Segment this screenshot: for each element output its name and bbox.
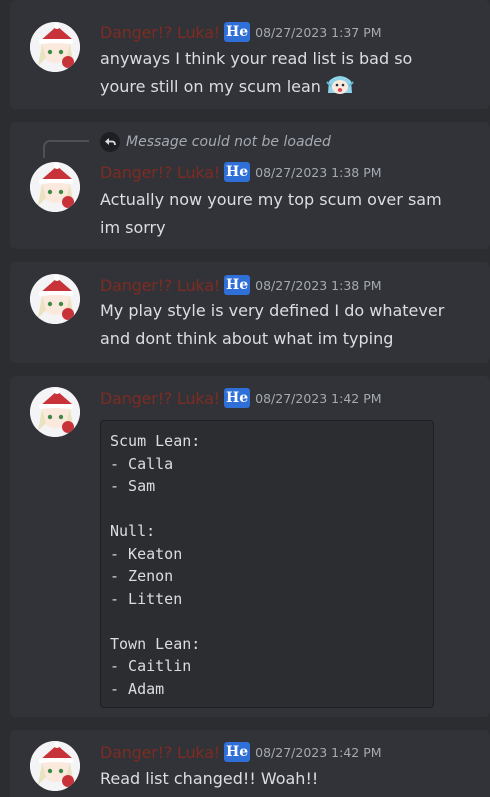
avatar-image	[30, 162, 80, 212]
username[interactable]: Danger!? Luka!	[100, 743, 220, 762]
reply-connector	[43, 140, 89, 158]
timestamp: 08/27/2023 1:37 PM	[255, 24, 382, 40]
username[interactable]: Danger!? Luka!	[100, 23, 220, 42]
message-text: Actually now youre my top scum over sam …	[100, 190, 442, 237]
timestamp: 08/27/2023 1:38 PM	[255, 164, 382, 180]
message[interactable]: Danger!? Luka! He 08/27/2023 1:42 PM Rea…	[10, 730, 490, 797]
message-feed: Danger!? Luka! He 08/27/2023 1:37 PM any…	[0, 0, 490, 797]
avatar-image	[30, 741, 80, 791]
avatar[interactable]	[30, 387, 80, 437]
message[interactable]: Danger!? Luka! He 08/27/2023 1:37 PM any…	[10, 0, 490, 109]
role-tag: He	[224, 22, 251, 42]
avatar[interactable]	[30, 741, 80, 791]
message[interactable]: Danger!? Luka! He 08/27/2023 1:38 PM My …	[10, 262, 490, 363]
crying-anime-girl-emoji	[326, 73, 354, 97]
message-text: Read list changed!! Woah!!	[100, 769, 319, 788]
role-tag: He	[224, 275, 251, 295]
avatar[interactable]	[30, 162, 80, 212]
timestamp: 08/27/2023 1:42 PM	[255, 744, 382, 760]
message-content: anyways I think your read list is bad so…	[100, 45, 460, 101]
reply-arrow-icon	[100, 132, 120, 152]
reply-text: Message could not be loaded	[126, 134, 331, 150]
avatar-image	[30, 387, 80, 437]
avatar[interactable]	[30, 22, 80, 72]
username[interactable]: Danger!? Luka!	[100, 163, 220, 182]
message-text: anyways I think your read list is bad so…	[100, 49, 413, 96]
code-block[interactable]: Scum Lean: - Calla - Sam Null: - Keaton …	[100, 420, 434, 708]
avatar-image	[30, 274, 80, 324]
role-tag: He	[224, 742, 251, 762]
reply-preview[interactable]: Message could not be loaded	[100, 131, 331, 153]
avatar[interactable]	[30, 274, 80, 324]
timestamp: 08/27/2023 1:42 PM	[255, 390, 382, 406]
role-tag: He	[224, 388, 251, 408]
avatar-image	[30, 22, 80, 72]
username[interactable]: Danger!? Luka!	[100, 276, 220, 295]
role-tag: He	[224, 162, 251, 182]
username[interactable]: Danger!? Luka!	[100, 389, 220, 408]
timestamp: 08/27/2023 1:38 PM	[255, 277, 382, 293]
message-text: My play style is very defined I do whate…	[100, 301, 445, 348]
